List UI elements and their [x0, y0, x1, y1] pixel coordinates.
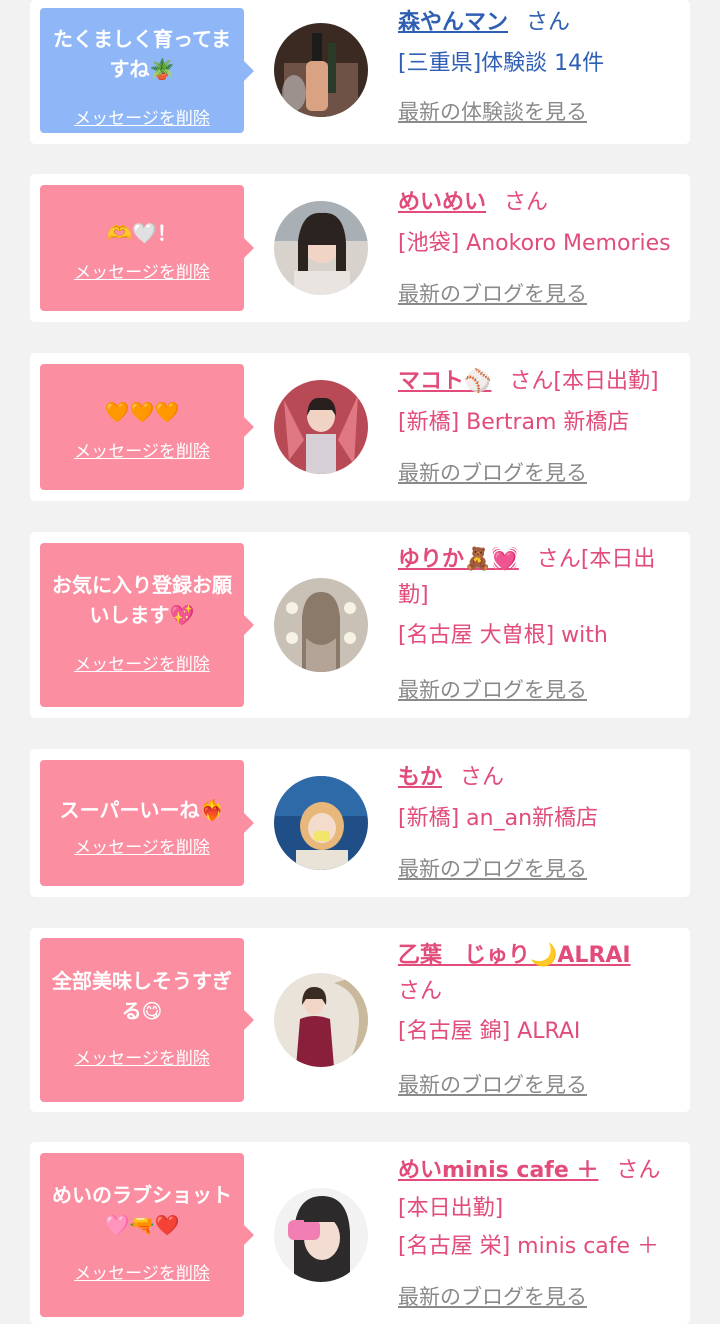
sender-name-link[interactable]: めいminis cafe ＋ — [398, 1158, 598, 1183]
latest-post-link[interactable]: 最新の体験談を見る — [398, 96, 587, 126]
sender-name-link[interactable]: めいめい — [398, 190, 486, 215]
sender-detail: [池袋] Anokoro Memories — [398, 231, 671, 256]
delete-message-link[interactable]: メッセージを削除 — [40, 833, 244, 858]
message-bubble: めいのラブショット🩷🔫❤️ メッセージを削除 — [40, 1153, 254, 1317]
sender-name-link[interactable]: 森やんマン — [398, 10, 508, 35]
honorific: さん — [616, 1158, 661, 1183]
delete-message-link[interactable]: メッセージを削除 — [40, 437, 244, 462]
delete-message-link[interactable]: メッセージを削除 — [40, 1259, 244, 1284]
message-card: たくましく育ってますね🪴 メッセージを削除 森やんマン さん [三重県]体験談 1… — [30, 0, 690, 144]
delete-message-link[interactable]: メッセージを削除 — [40, 258, 244, 283]
message-bubble: たくましく育ってますね🪴 メッセージを削除 — [40, 8, 254, 133]
latest-post-link[interactable]: 最新のブログを見る — [398, 457, 587, 487]
avatar[interactable] — [274, 23, 368, 117]
avatar[interactable] — [274, 973, 368, 1067]
attendance-badge: [本日出勤] — [398, 1196, 504, 1221]
message-bubble: お気に入り登録お願いします💖 メッセージを削除 — [40, 543, 254, 707]
message-text: めいのラブショット🩷🔫❤️ — [52, 1183, 232, 1237]
message-text: お気に入り登録お願いします💖 — [52, 573, 232, 627]
sender-detail: [新橋] an_an新橋店 — [398, 806, 599, 831]
message-text: 全部美味しそうすぎる😋 — [52, 969, 232, 1023]
latest-post-link[interactable]: 最新のブログを見る — [398, 674, 587, 704]
message-bubble: 🫶🤍！ メッセージを削除 — [40, 185, 254, 311]
message-bubble: 🧡🧡🧡 メッセージを削除 — [40, 364, 254, 490]
message-text: スーパーいーね❤️‍🔥 — [59, 798, 225, 822]
latest-post-link[interactable]: 最新のブログを見る — [398, 278, 587, 308]
sender-info: めいminis cafe ＋ さん [本日出勤] [名古屋 栄] minis ca… — [398, 1152, 680, 1266]
latest-post-link[interactable]: 最新のブログを見る — [398, 853, 587, 883]
sender-info: もか さん [新橋] an_an新橋店 — [398, 759, 680, 838]
sender-detail: [名古屋 大曽根] with — [398, 623, 608, 648]
avatar[interactable] — [274, 201, 368, 295]
sender-name-link[interactable]: 乙葉 じゅり🌙ALRAI — [398, 943, 631, 968]
latest-post-link[interactable]: 最新のブログを見る — [398, 1281, 587, 1311]
honorific: さん — [398, 979, 443, 1004]
attendance-badge: [本日出勤] — [553, 369, 659, 394]
delete-message-link[interactable]: メッセージを削除 — [40, 104, 244, 129]
sender-detail: [名古屋 栄] minis cafe ＋ — [398, 1234, 660, 1259]
sender-detail: [名古屋 錦] ALRAI — [398, 1019, 581, 1044]
message-card: お気に入り登録お願いします💖 メッセージを削除 ゆりか🧸💓 さん[本日出勤] [名… — [30, 532, 690, 718]
avatar[interactable] — [274, 1188, 368, 1282]
message-bubble: 全部美味しそうすぎる😋 メッセージを削除 — [40, 938, 254, 1102]
avatar[interactable] — [274, 578, 368, 672]
message-card: めいのラブショット🩷🔫❤️ メッセージを削除 めいminis cafe ＋ さん … — [30, 1142, 690, 1324]
message-text: 🫶🤍！ — [107, 221, 177, 245]
sender-info: マコト⚾ さん[本日出勤] [新橋] Bertram 新橋店 — [398, 363, 680, 442]
sender-info: 乙葉 じゅり🌙ALRAI さん [名古屋 錦] ALRAI — [398, 938, 680, 1051]
honorific: さん — [460, 765, 505, 790]
sender-name-link[interactable]: ゆりか🧸💓 — [398, 547, 519, 572]
latest-post-link[interactable]: 最新のブログを見る — [398, 1069, 587, 1099]
message-bubble: スーパーいーね❤️‍🔥 メッセージを削除 — [40, 760, 254, 886]
sender-info: めいめい さん [池袋] Anokoro Memories — [398, 184, 680, 263]
sender-info: 森やんマン さん [三重県]体験談 14件 — [398, 4, 680, 83]
message-list: たくましく育ってますね🪴 メッセージを削除 森やんマン さん [三重県]体験談 1… — [0, 0, 720, 1324]
message-card: 全部美味しそうすぎる😋 メッセージを削除 乙葉 じゅり🌙ALRAI さん [名古屋… — [30, 928, 690, 1112]
message-card: 🧡🧡🧡 メッセージを削除 マコト⚾ さん[本日出勤] [新橋] Bertram 新… — [30, 353, 690, 501]
delete-message-link[interactable]: メッセージを削除 — [40, 1044, 244, 1069]
sender-name-link[interactable]: もか — [398, 765, 442, 790]
sender-info: ゆりか🧸💓 さん[本日出勤] [名古屋 大曽根] with — [398, 542, 680, 655]
honorific: さん — [536, 547, 581, 572]
honorific: さん — [504, 190, 549, 215]
sender-name-link[interactable]: マコト⚾ — [398, 369, 491, 394]
avatar[interactable] — [274, 380, 368, 474]
avatar[interactable] — [274, 776, 368, 870]
sender-detail: [三重県]体験談 14件 — [398, 51, 605, 76]
message-text: たくましく育ってますね🪴 — [53, 27, 231, 81]
honorific: さん — [509, 369, 554, 394]
message-card: 🫶🤍！ メッセージを削除 めいめい さん [池袋] Anokoro Memorie… — [30, 174, 690, 322]
sender-detail: [新橋] Bertram 新橋店 — [398, 410, 630, 435]
message-text: 🧡🧡🧡 — [104, 400, 180, 424]
delete-message-link[interactable]: メッセージを削除 — [40, 650, 244, 675]
honorific: さん — [526, 10, 571, 35]
message-card: スーパーいーね❤️‍🔥 メッセージを削除 もか さん [新橋] an_an新橋店 … — [30, 749, 690, 897]
